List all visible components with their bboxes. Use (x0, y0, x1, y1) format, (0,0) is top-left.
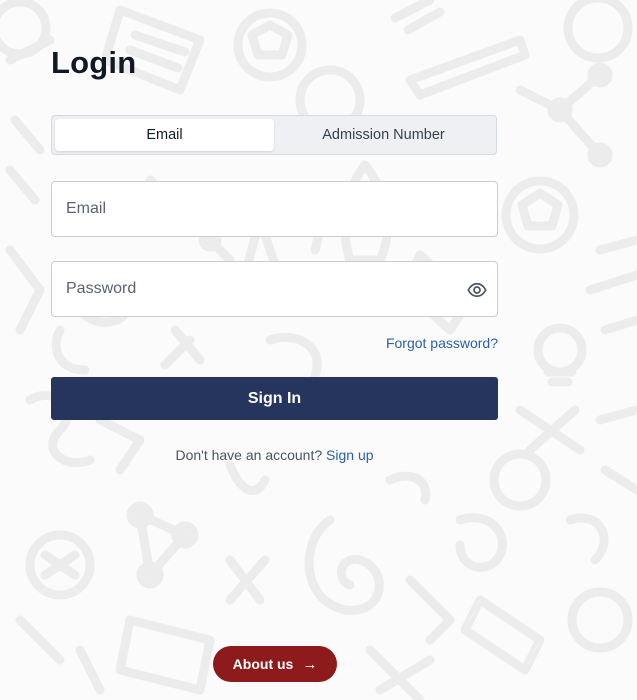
page-title: Login (51, 45, 137, 80)
login-page: Login Email Admission Number Forgot pass… (0, 0, 637, 700)
tab-admission-number[interactable]: Admission Number (274, 119, 493, 151)
forgot-password-link[interactable]: Forgot password? (386, 335, 498, 351)
login-method-tabs: Email Admission Number (51, 115, 497, 155)
password-field-wrapper (51, 261, 498, 317)
eye-icon[interactable] (467, 280, 487, 300)
email-input[interactable] (52, 182, 497, 236)
password-input[interactable] (52, 262, 497, 316)
email-field-wrapper (51, 181, 498, 237)
tab-email[interactable]: Email (55, 119, 274, 151)
doodle-background (0, 0, 637, 700)
sign-up-link[interactable]: Sign up (326, 447, 373, 463)
about-us-button[interactable]: About us → (213, 646, 337, 682)
signup-prompt: Don't have an account? Sign up (51, 447, 498, 463)
about-us-label: About us (232, 656, 294, 672)
no-account-text: Don't have an account? (175, 447, 327, 463)
arrow-right-icon: → (302, 655, 318, 673)
sign-in-button[interactable]: Sign In (51, 377, 498, 420)
